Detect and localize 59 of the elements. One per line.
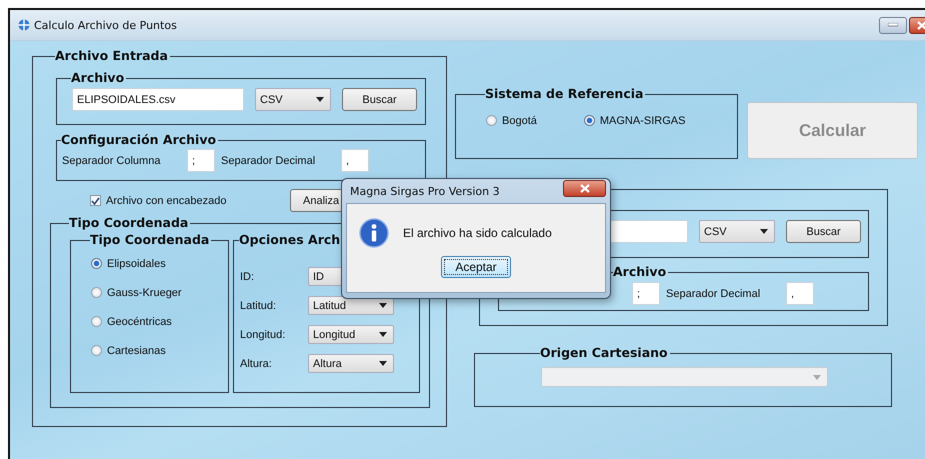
radio-label: Bogotá: [502, 114, 537, 126]
radio-button[interactable]: [486, 115, 497, 126]
radio-label: Gauss-Krueger: [107, 286, 182, 298]
radio-label: MAGNA-SIRGAS: [600, 114, 686, 126]
field-label: Separador Decimal: [665, 288, 762, 300]
field-label: Latitud:: [240, 300, 278, 312]
radio-button[interactable]: [91, 258, 102, 269]
field-label: Separador Columna: [62, 154, 162, 166]
dropdown[interactable]: CSV: [255, 88, 331, 111]
globe-icon: [18, 19, 30, 31]
input-field[interactable]: ELIPSOIDALES.csv: [72, 88, 244, 111]
group-title: Archivo Entrada: [55, 49, 169, 63]
caret-icon: [379, 332, 387, 337]
radio-button[interactable]: [91, 316, 102, 327]
radio-button[interactable]: [584, 115, 595, 126]
button-control[interactable]: Buscar: [342, 88, 417, 111]
close-icon: [580, 184, 590, 192]
dropdown[interactable]: Longitud: [308, 325, 394, 344]
input-field[interactable]: ,: [341, 149, 369, 172]
minimize-icon: [888, 23, 898, 27]
caret-icon: [813, 374, 821, 380]
radio-button[interactable]: [91, 287, 102, 298]
input-field[interactable]: ;: [187, 149, 215, 172]
group-title: Origen Cartesiano: [540, 346, 669, 360]
caret-icon: [379, 361, 387, 366]
field-label: Longitud:: [240, 328, 286, 340]
button-control[interactable]: Buscar: [786, 220, 861, 243]
group-title: Archivo: [613, 265, 668, 279]
dropdown[interactable]: CSV: [699, 220, 775, 243]
window-title: Calculo Archivo de Puntos: [34, 18, 177, 32]
group-title: Sistema de Referencia: [485, 87, 644, 101]
close-button[interactable]: [563, 180, 606, 196]
radio-label: Cartesianas: [107, 344, 166, 356]
check-icon: [91, 196, 100, 204]
info-icon: [359, 218, 389, 248]
radio-label: Geocéntricas: [107, 316, 172, 328]
minimize-button[interactable]: [879, 16, 907, 34]
group-title: Tipo Coordenada: [90, 233, 210, 247]
dropdown[interactable]: Latitud: [308, 296, 394, 315]
radio-label: Elipsoidales: [107, 258, 166, 270]
input-field[interactable]: ;: [632, 282, 660, 305]
group-title: Tipo Coordenada: [69, 216, 190, 230]
group-title: Opciones Arch: [239, 233, 342, 247]
input-field[interactable]: ,: [786, 282, 814, 305]
dialog-message: El archivo ha sido calculado: [403, 226, 552, 240]
field-label: Altura:: [240, 358, 273, 370]
field-label: Separador Decimal: [220, 154, 316, 166]
caret-icon: [316, 97, 324, 102]
close-icon: [917, 20, 925, 30]
button-control[interactable]: Aceptar: [441, 256, 511, 278]
dropdown[interactable]: Altura: [308, 354, 394, 373]
field-label: ID:: [240, 270, 256, 282]
group-title: Archivo: [71, 71, 126, 85]
checkbox[interactable]: [90, 195, 101, 206]
checkbox-label: Archivo con encabezado: [106, 194, 226, 206]
caret-icon: [379, 303, 387, 308]
caret-icon: [760, 229, 768, 234]
radio-button[interactable]: [91, 345, 102, 356]
group-title: Configuración Archivo: [61, 133, 218, 147]
